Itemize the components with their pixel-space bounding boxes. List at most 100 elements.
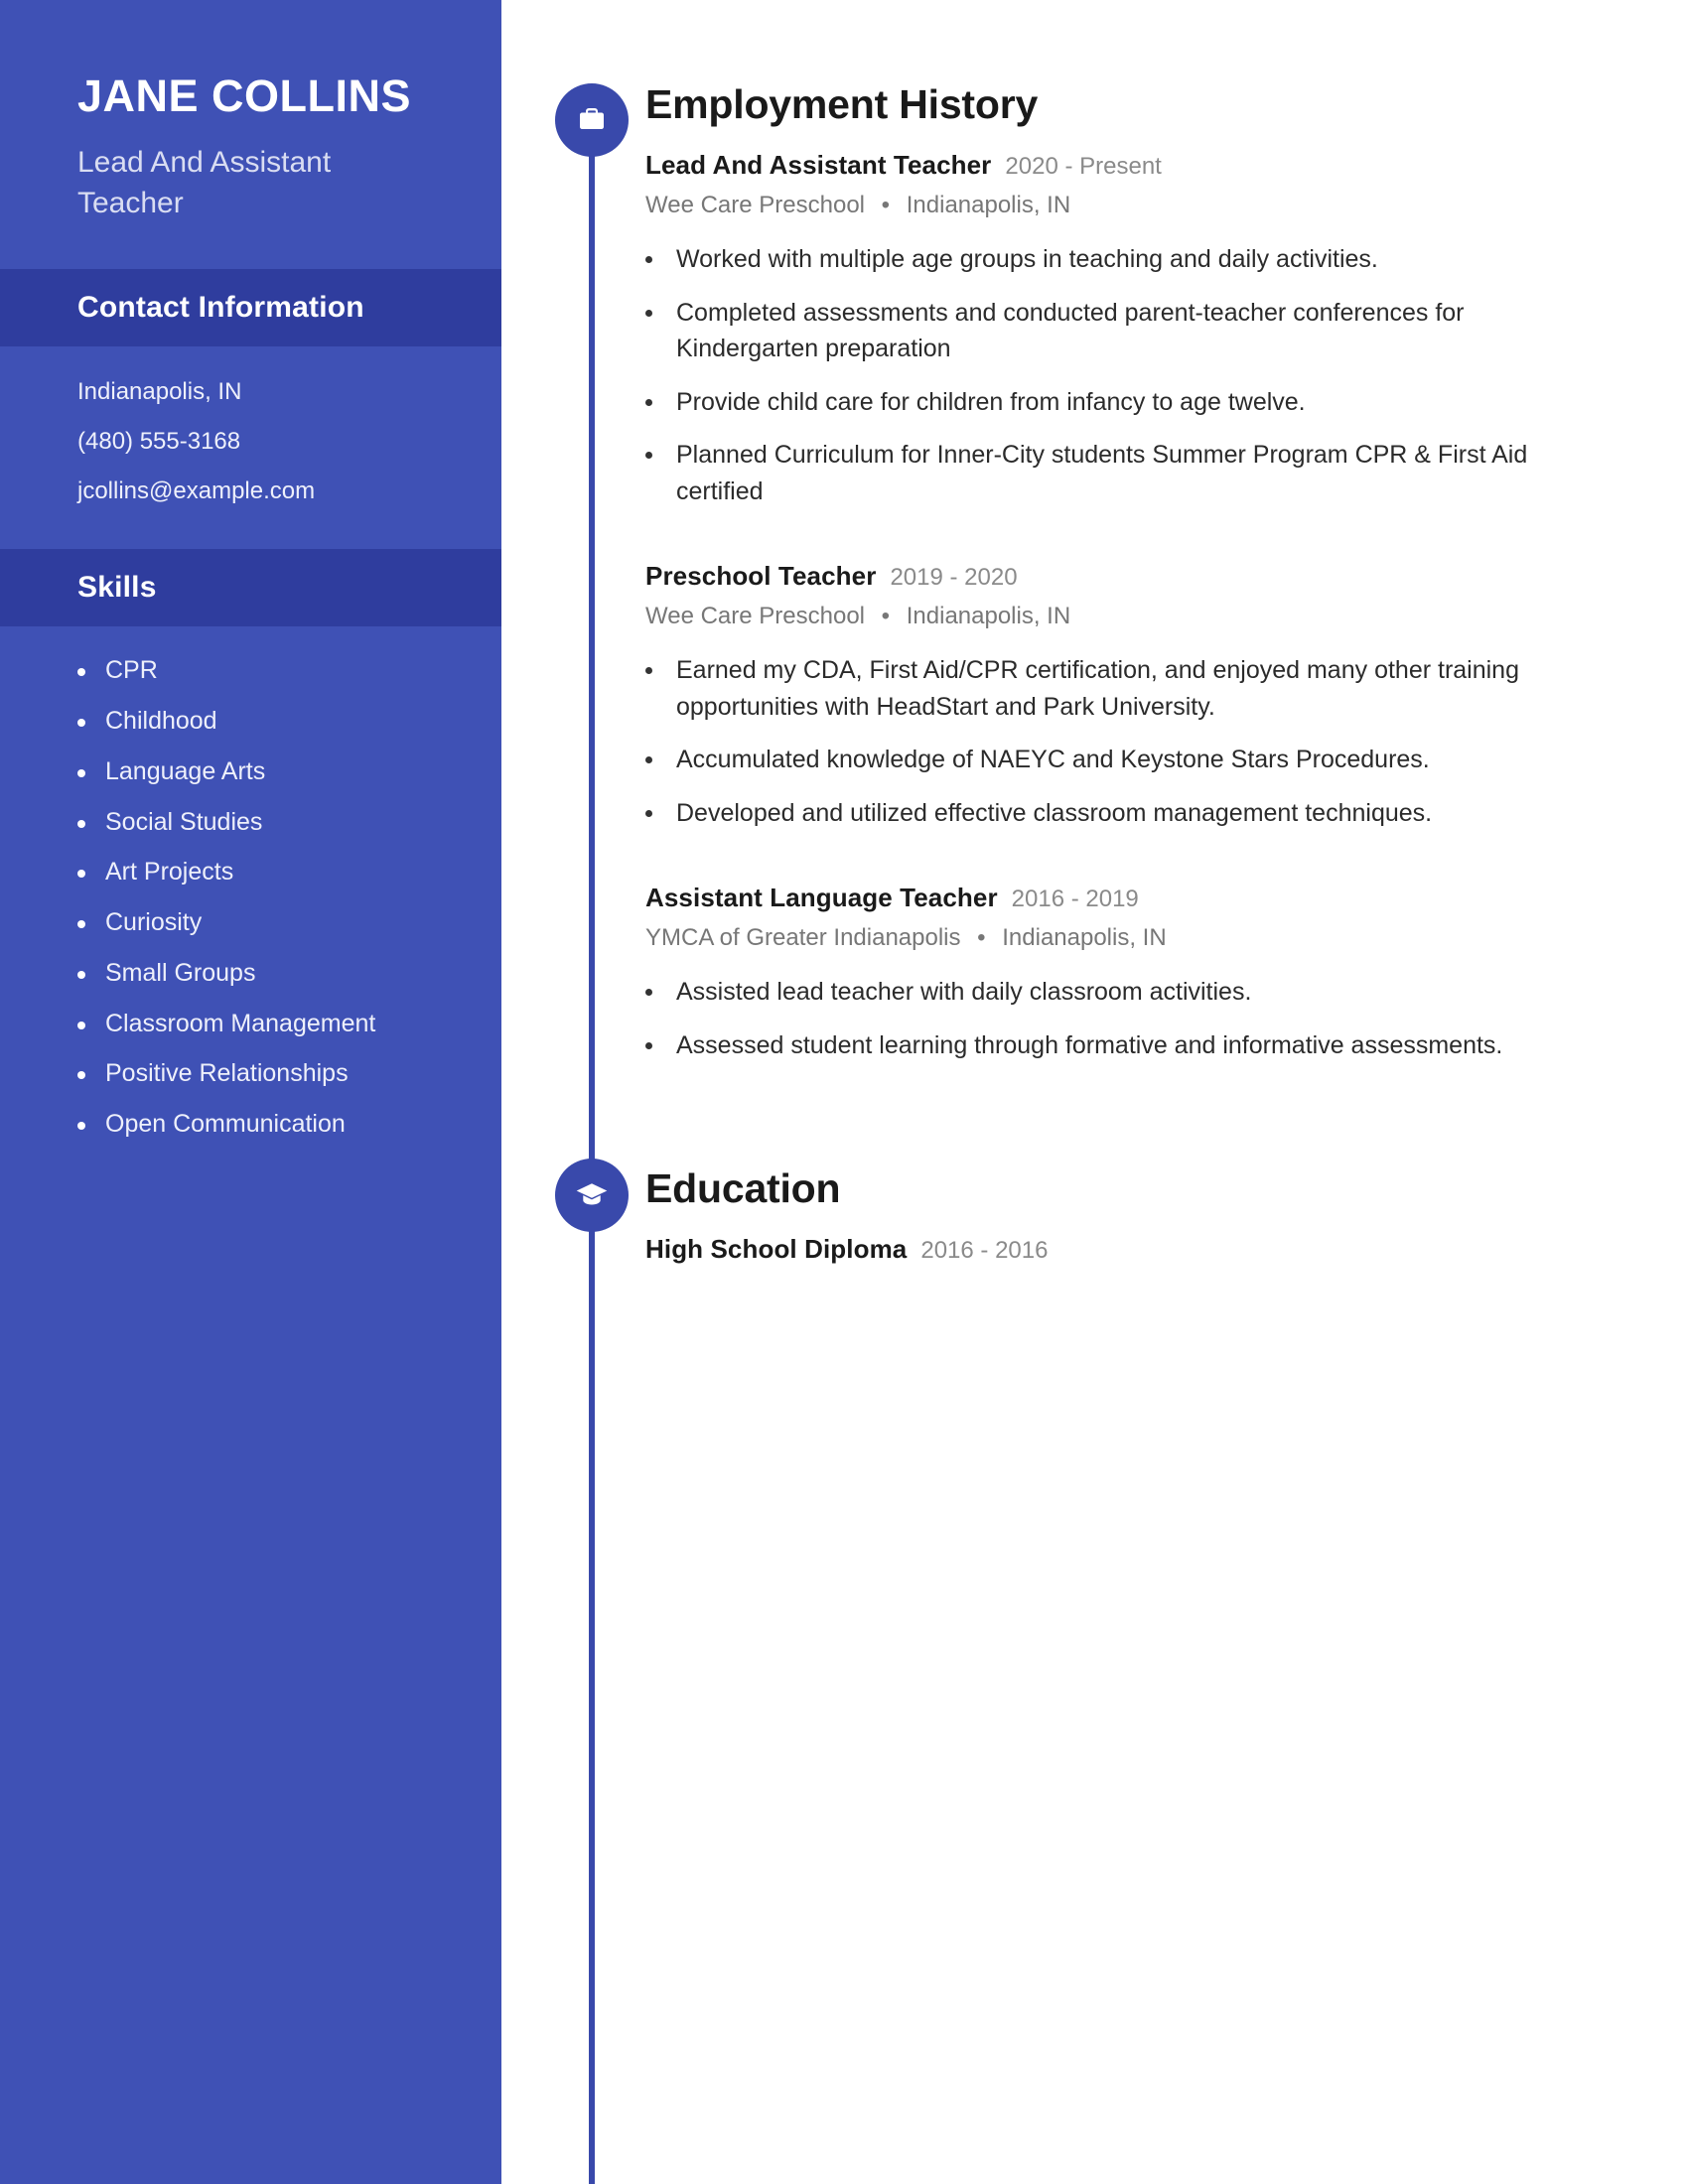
timeline-spine — [589, 95, 595, 2184]
entry-role: Preschool Teacher — [645, 561, 877, 591]
skills-list: CPR Childhood Language Arts Social Studi… — [0, 626, 501, 1139]
entry-company: YMCA of Greater Indianapolis — [645, 924, 961, 951]
entry-header: High School Diploma 2016 - 2016 — [645, 1234, 1638, 1265]
bullet-dot-icon — [645, 756, 652, 763]
entry-company: Wee Care Preschool — [645, 603, 865, 629]
bullet-dot-icon — [645, 667, 652, 674]
bullet-item: Accumulated knowledge of NAEYC and Keyst… — [645, 742, 1638, 778]
skill-item: Small Groups — [77, 959, 462, 988]
bullet-dot-icon — [645, 1041, 652, 1049]
bullet-dot-icon — [645, 452, 652, 459]
skills-section-title: Skills — [77, 571, 157, 605]
bullet-dot-icon — [77, 1122, 85, 1131]
entry-dates: 2019 - 2020 — [890, 564, 1018, 591]
entry-meta: Wee Care Preschool • Indianapolis, IN — [645, 603, 1638, 630]
entry-bullets: Worked with multiple age groups in teach… — [645, 241, 1638, 509]
skill-item: Art Projects — [77, 858, 462, 887]
bullet-dot-icon — [645, 398, 652, 406]
bullet-dot-icon — [77, 1071, 85, 1080]
bullet-dot-icon — [645, 256, 652, 263]
skill-item: CPR — [77, 656, 462, 685]
skill-item: Classroom Management — [77, 1010, 462, 1038]
bullet-text: Accumulated knowledge of NAEYC and Keyst… — [676, 746, 1430, 773]
entry-header: Lead And Assistant Teacher 2020 - Presen… — [645, 150, 1638, 181]
bullet-item: Planned Curriculum for Inner-City studen… — [645, 437, 1638, 509]
bullet-dot-icon — [77, 970, 85, 979]
entry-role: Lead And Assistant Teacher — [645, 150, 992, 180]
education-entry: High School Diploma 2016 - 2016 — [645, 1234, 1638, 1265]
bullet-dot-icon — [645, 809, 652, 817]
main-content: Employment History Lead And Assistant Te… — [645, 0, 1638, 1265]
skill-label: Language Arts — [105, 756, 266, 785]
skill-item: Curiosity — [77, 908, 462, 937]
meta-separator-dot: • — [977, 924, 986, 951]
bullet-item: Earned my CDA, First Aid/CPR certificati… — [645, 652, 1638, 725]
contact-address: Indianapolis, IN — [77, 378, 242, 406]
bullet-dot-icon — [77, 920, 85, 929]
entry-location: Indianapolis, IN — [1002, 924, 1167, 951]
bullet-item: Worked with multiple age groups in teach… — [645, 241, 1638, 278]
employment-entry: Lead And Assistant Teacher 2020 - Presen… — [645, 150, 1638, 509]
bullet-dot-icon — [77, 819, 85, 828]
education-section-title: Education — [645, 1165, 841, 1211]
bullet-dot-icon — [77, 870, 85, 879]
bullet-text: Provide child care for children from inf… — [676, 387, 1306, 416]
skill-label: Childhood — [105, 707, 217, 736]
bullet-text: Worked with multiple age groups in teach… — [676, 245, 1378, 273]
bullet-item: Provide child care for children from inf… — [645, 384, 1638, 421]
skill-item: Language Arts — [77, 757, 462, 786]
skill-item: Social Studies — [77, 808, 462, 837]
briefcase-icon — [555, 83, 629, 157]
entry-meta: Wee Care Preschool • Indianapolis, IN — [645, 192, 1638, 219]
skill-label: Small Groups — [105, 958, 256, 987]
skill-label: Positive Relationships — [105, 1059, 349, 1088]
bullet-item: Assisted lead teacher with daily classro… — [645, 974, 1638, 1011]
employment-entry: Assistant Language Teacher 2016 - 2019 Y… — [645, 883, 1638, 1063]
entry-header: Preschool Teacher 2019 - 2020 — [645, 561, 1638, 592]
sidebar: JANE COLLINS Lead And Assistant Teacher … — [0, 0, 501, 2184]
skills-section-header: Skills — [0, 549, 501, 627]
bullet-text: Assisted lead teacher with daily classro… — [676, 978, 1252, 1006]
entry-bullets: Earned my CDA, First Aid/CPR certificati… — [645, 652, 1638, 831]
bullet-text: Developed and utilized effective classro… — [676, 798, 1433, 827]
contact-section-header: Contact Information — [0, 269, 501, 347]
skill-label: Open Communication — [105, 1110, 346, 1139]
bullet-dot-icon — [77, 668, 85, 677]
skill-label: Art Projects — [105, 858, 234, 887]
candidate-job-title: Lead And Assistant Teacher — [77, 146, 332, 219]
bullet-item: Completed assessments and conducted pare… — [645, 295, 1638, 367]
entry-role: Assistant Language Teacher — [645, 883, 998, 912]
entry-meta: YMCA of Greater Indianapolis • Indianapo… — [645, 924, 1638, 952]
meta-separator-dot: • — [881, 603, 891, 629]
bullet-dot-icon — [645, 989, 652, 996]
candidate-name: JANE COLLINS — [77, 70, 412, 121]
employment-entry: Preschool Teacher 2019 - 2020 Wee Care P… — [645, 561, 1638, 831]
bullet-text: Completed assessments and conducted pare… — [676, 298, 1465, 363]
bullet-text: Assessed student learning through format… — [676, 1030, 1503, 1059]
bullet-item: Assessed student learning through format… — [645, 1027, 1638, 1064]
skill-label: Classroom Management — [105, 1009, 376, 1037]
entry-dates: 2020 - Present — [1005, 153, 1162, 180]
contact-email[interactable]: jcollins@example.com — [77, 479, 442, 503]
entry-location: Indianapolis, IN — [906, 192, 1071, 218]
entry-company: Wee Care Preschool — [645, 192, 865, 218]
skill-item: Open Communication — [77, 1110, 462, 1139]
bullet-dot-icon — [77, 768, 85, 777]
bullet-item: Developed and utilized effective classro… — [645, 795, 1638, 832]
entry-bullets: Assisted lead teacher with daily classro… — [645, 974, 1638, 1063]
bullet-dot-icon — [77, 1021, 85, 1029]
entry-location: Indianapolis, IN — [906, 603, 1071, 629]
entry-degree: High School Diploma — [645, 1234, 908, 1264]
skill-item: Childhood — [77, 707, 462, 736]
bullet-dot-icon — [77, 719, 85, 728]
bullet-text: Planned Curriculum for Inner-City studen… — [676, 441, 1528, 505]
entry-dates: 2016 - 2016 — [920, 1237, 1049, 1264]
contact-phone[interactable]: (480) 555-3168 — [77, 430, 442, 454]
entry-header: Assistant Language Teacher 2016 - 2019 — [645, 883, 1638, 913]
bullet-dot-icon — [645, 309, 652, 317]
skill-label: CPR — [105, 656, 158, 685]
graduation-cap-icon — [555, 1159, 629, 1232]
contact-list: Indianapolis, IN (480) 555-3168 jcollins… — [0, 346, 501, 503]
meta-separator-dot: • — [881, 192, 891, 218]
skill-item: Positive Relationships — [77, 1059, 462, 1088]
